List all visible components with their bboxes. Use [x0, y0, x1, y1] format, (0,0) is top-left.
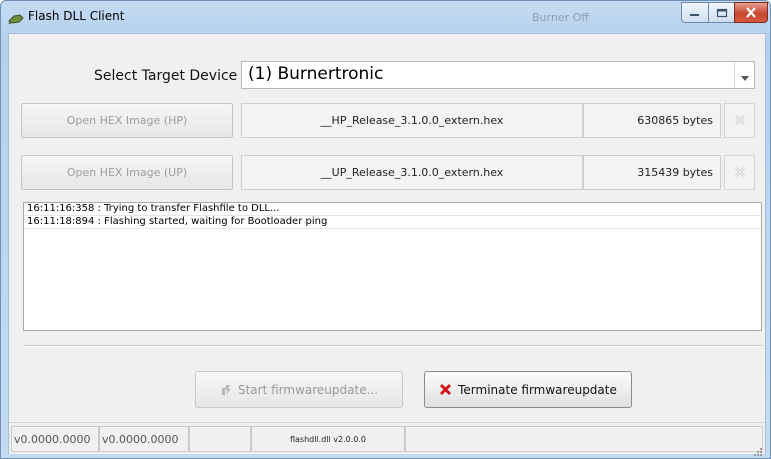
- terminate-firmwareupdate-label: Terminate firmwareupdate: [458, 382, 617, 397]
- app-window: Flash DLL Client Burner Off Select Targe…: [0, 0, 771, 459]
- device-select[interactable]: (1) Burnertronic: [241, 61, 755, 89]
- terminate-firmwareupdate-button[interactable]: Terminate firmwareupdate: [424, 371, 632, 408]
- status-dll-version: flashdll.dll v2.0.0.0: [251, 426, 405, 452]
- log-line: 16:11:16:358 : Trying to transfer Flashf…: [24, 203, 761, 216]
- clear-icon: [734, 111, 746, 130]
- status-cell-3: [189, 426, 251, 452]
- minimize-button[interactable]: [681, 2, 709, 23]
- hex-up-size: 315439 bytes: [583, 155, 721, 190]
- close-icon: [745, 3, 757, 22]
- chevron-down-icon: [740, 66, 749, 85]
- clear-hex-hp-button[interactable]: [724, 103, 755, 138]
- burner-status-text: Burner Off: [532, 11, 589, 24]
- open-hex-up-button[interactable]: Open HEX Image (UP): [21, 155, 233, 190]
- log-panel[interactable]: 16:11:16:358 : Trying to transfer Flashf…: [23, 202, 762, 331]
- start-firmwareupdate-button[interactable]: Start firmwareupdate...: [195, 371, 403, 408]
- separator: [23, 345, 762, 347]
- minimize-icon: [689, 3, 701, 22]
- log-line: 16:11:18:894 : Flashing started, waiting…: [24, 216, 761, 229]
- select-device-label: Select Target Device: [94, 68, 238, 84]
- client-area: Select Target Device (1) Burnertronic Op…: [8, 33, 766, 456]
- start-firmwareupdate-label: Start firmwareupdate...: [237, 382, 379, 397]
- status-version-2: v0.0000.0000: [99, 426, 189, 452]
- maximize-icon: [716, 3, 728, 22]
- status-bar: v0.0000.0000 v0.0000.0000 flashdll.dll v…: [9, 422, 765, 456]
- x-icon: [439, 383, 452, 396]
- title-bar[interactable]: Flash DLL Client Burner Off: [1, 1, 770, 33]
- hex-up-filename: __UP_Release_3.1.0.0_extern.hex: [241, 155, 583, 190]
- maximize-button[interactable]: [708, 2, 735, 23]
- device-dropdown-button[interactable]: [734, 62, 754, 88]
- status-version-1: v0.0000.0000: [11, 426, 99, 452]
- status-cell-5: [405, 426, 763, 452]
- clear-hex-up-button[interactable]: [724, 155, 755, 190]
- plug-icon: [8, 10, 24, 25]
- device-select-value: (1) Burnertronic: [248, 64, 384, 84]
- hex-hp-size: 630865 bytes: [583, 103, 721, 138]
- close-button[interactable]: [734, 2, 768, 23]
- resize-grip-icon[interactable]: [753, 442, 763, 456]
- open-hex-hp-button[interactable]: Open HEX Image (HP): [21, 103, 233, 138]
- clear-icon: [734, 163, 746, 182]
- window-title: Flash DLL Client: [28, 9, 125, 23]
- hex-hp-filename: __HP_Release_3.1.0.0_extern.hex: [241, 103, 583, 138]
- flash-icon: [220, 384, 232, 396]
